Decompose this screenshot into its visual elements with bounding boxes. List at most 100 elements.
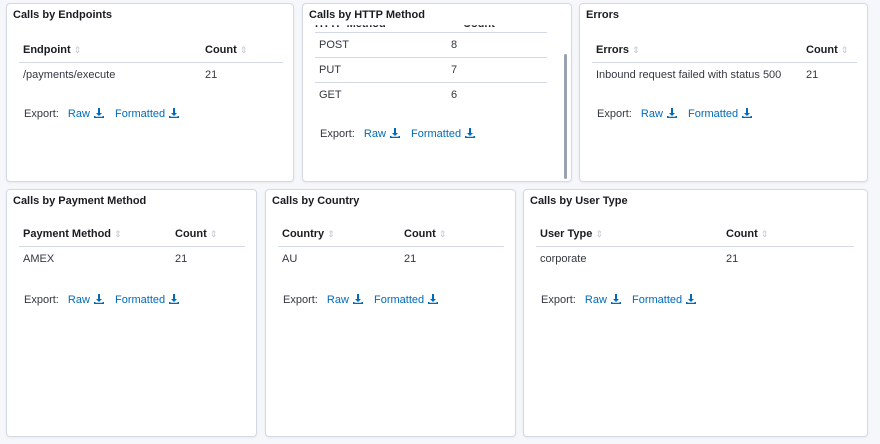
sort-icon: ⇕ (438, 229, 447, 239)
export-formatted-link[interactable]: Formatted (411, 128, 476, 140)
sort-icon: ⇕ (760, 229, 769, 239)
data-table: Endpoint ⇕ Count ⇕ /payments/execute 21 (19, 38, 283, 88)
column-header-user-type[interactable]: User Type ⇕ (536, 222, 722, 247)
table-cell: 21 (175, 253, 188, 265)
download-icon (610, 294, 621, 304)
export-bar: Export: Raw Formatted (597, 108, 760, 120)
download-icon (666, 108, 677, 118)
panel-calls-by-user-type: Calls by User Type User Type ⇕ Count ⇕ cor… (523, 189, 868, 437)
download-icon (428, 294, 439, 304)
table-cell: AU (282, 253, 298, 265)
panel-calls-by-http-method: Calls by HTTP Method HTTP Method Count PO… (302, 3, 572, 182)
panel-title: Errors (586, 9, 620, 21)
export-label: Export: (320, 128, 355, 140)
panel-calls-by-country: Calls by Country Country ⇕ Count ⇕ AU 21 E… (265, 189, 516, 437)
table-row: /payments/execute 21 (19, 63, 283, 88)
column-header-count[interactable]: Count ⇕ (201, 38, 283, 63)
sort-icon: ⇕ (327, 229, 335, 239)
table-header-row: Payment Method ⇕ Count ⇕ (19, 222, 245, 247)
export-label: Export: (24, 108, 59, 120)
column-header-errors[interactable]: Errors ⇕ (592, 38, 802, 63)
table-cell: GET (319, 89, 342, 101)
sort-icon: ⇕ (114, 229, 122, 239)
download-icon (93, 108, 104, 118)
panel-errors: Errors Errors ⇕ Count ⇕ Inbound request fa… (579, 3, 868, 182)
export-raw-link[interactable]: Raw (68, 294, 104, 306)
table-row: GET 6 (315, 83, 547, 108)
download-icon (352, 294, 363, 304)
column-header-count[interactable]: Count ⇕ (802, 38, 857, 63)
column-header-endpoint[interactable]: Endpoint ⇕ (19, 38, 201, 63)
download-icon (686, 294, 697, 304)
download-icon (169, 108, 180, 118)
table-cell: 8 (447, 32, 547, 58)
export-bar: Export: Raw Formatted (24, 294, 187, 306)
download-icon (465, 128, 476, 138)
table-cell: 21 (806, 69, 819, 81)
export-raw-link[interactable]: Raw (68, 108, 104, 120)
panel-title: Calls by Payment Method (13, 195, 147, 207)
export-raw-link[interactable]: Raw (327, 294, 363, 306)
download-icon (169, 294, 180, 304)
column-header-count[interactable]: Count ⇕ (171, 222, 245, 247)
sort-icon: ⇕ (595, 229, 603, 239)
table-header-row: User Type ⇕ Count ⇕ (536, 222, 854, 247)
table-row: AMEX 21 (19, 247, 245, 272)
export-formatted-link[interactable]: Formatted (374, 294, 439, 306)
export-bar: Export: Raw Formatted (283, 294, 446, 306)
table-cell: PUT (315, 57, 447, 83)
export-bar: Export: Raw Formatted (24, 108, 187, 120)
column-header-count[interactable]: Count ⇕ (722, 222, 854, 247)
panel-calls-by-endpoints: Calls by Endpoints Endpoint ⇕ Count ⇕ /pay… (6, 3, 294, 182)
panel-title: Calls by Endpoints (13, 9, 113, 21)
data-table: Payment Method ⇕ Count ⇕ AMEX 21 (19, 222, 245, 272)
data-table: User Type ⇕ Count ⇕ corporate 21 (536, 222, 854, 272)
sort-icon: ⇕ (209, 229, 218, 239)
export-formatted-link[interactable]: Formatted (688, 108, 753, 120)
table-cell: corporate (540, 253, 587, 265)
export-bar: Export: Raw Formatted (541, 294, 704, 306)
table-cell: 21 (726, 253, 739, 265)
table-row: corporate 21 (536, 247, 854, 272)
download-icon (742, 108, 753, 118)
export-formatted-link[interactable]: Formatted (115, 108, 180, 120)
table-cell: /payments/execute (23, 69, 116, 81)
export-raw-link[interactable]: Raw (364, 128, 400, 140)
panel-calls-by-payment-method: Calls by Payment Method Payment Method ⇕ … (6, 189, 257, 437)
table-cell: 21 (404, 253, 417, 265)
table-cell: POST (315, 32, 447, 58)
sort-icon: ⇕ (239, 45, 248, 55)
table-cell: 6 (451, 89, 458, 101)
table-row: PUT 7 (315, 57, 547, 83)
data-table: Country ⇕ Count ⇕ AU 21 (278, 222, 504, 272)
table-row: POST 8 (315, 32, 547, 58)
sort-icon: ⇕ (632, 45, 640, 55)
panel-title: Calls by HTTP Method (309, 9, 425, 21)
table-cell: AMEX (23, 253, 55, 265)
download-icon (389, 128, 400, 138)
table-header-row: Errors ⇕ Count ⇕ (592, 38, 857, 63)
column-header-country[interactable]: Country ⇕ (278, 222, 400, 247)
panel-title: Calls by User Type (530, 195, 628, 207)
export-label: Export: (597, 108, 632, 120)
export-label: Export: (541, 294, 576, 306)
sort-icon: ⇕ (840, 45, 849, 55)
panel-title: Calls by Country (272, 195, 360, 207)
vertical-scrollbar[interactable] (564, 54, 567, 179)
export-formatted-link[interactable]: Formatted (632, 294, 697, 306)
data-table: POST 8 PUT 7 GET 6 (315, 32, 547, 107)
column-header-count[interactable]: Count ⇕ (400, 222, 504, 247)
export-raw-link[interactable]: Raw (641, 108, 677, 120)
data-table: Errors ⇕ Count ⇕ Inbound request failed wi… (592, 38, 857, 88)
table-cell: 21 (205, 69, 218, 81)
table-row: Inbound request failed with status 500 2… (592, 63, 857, 88)
table-header-row: Endpoint ⇕ Count ⇕ (19, 38, 283, 63)
export-label: Export: (24, 294, 59, 306)
export-formatted-link[interactable]: Formatted (115, 294, 180, 306)
download-icon (93, 294, 104, 304)
sort-icon: ⇕ (73, 45, 82, 55)
column-header-payment-method[interactable]: Payment Method ⇕ (19, 222, 171, 247)
export-raw-link[interactable]: Raw (585, 294, 621, 306)
table-cell: Inbound request failed with status 500 (596, 69, 782, 81)
table-cell: 7 (447, 57, 547, 83)
